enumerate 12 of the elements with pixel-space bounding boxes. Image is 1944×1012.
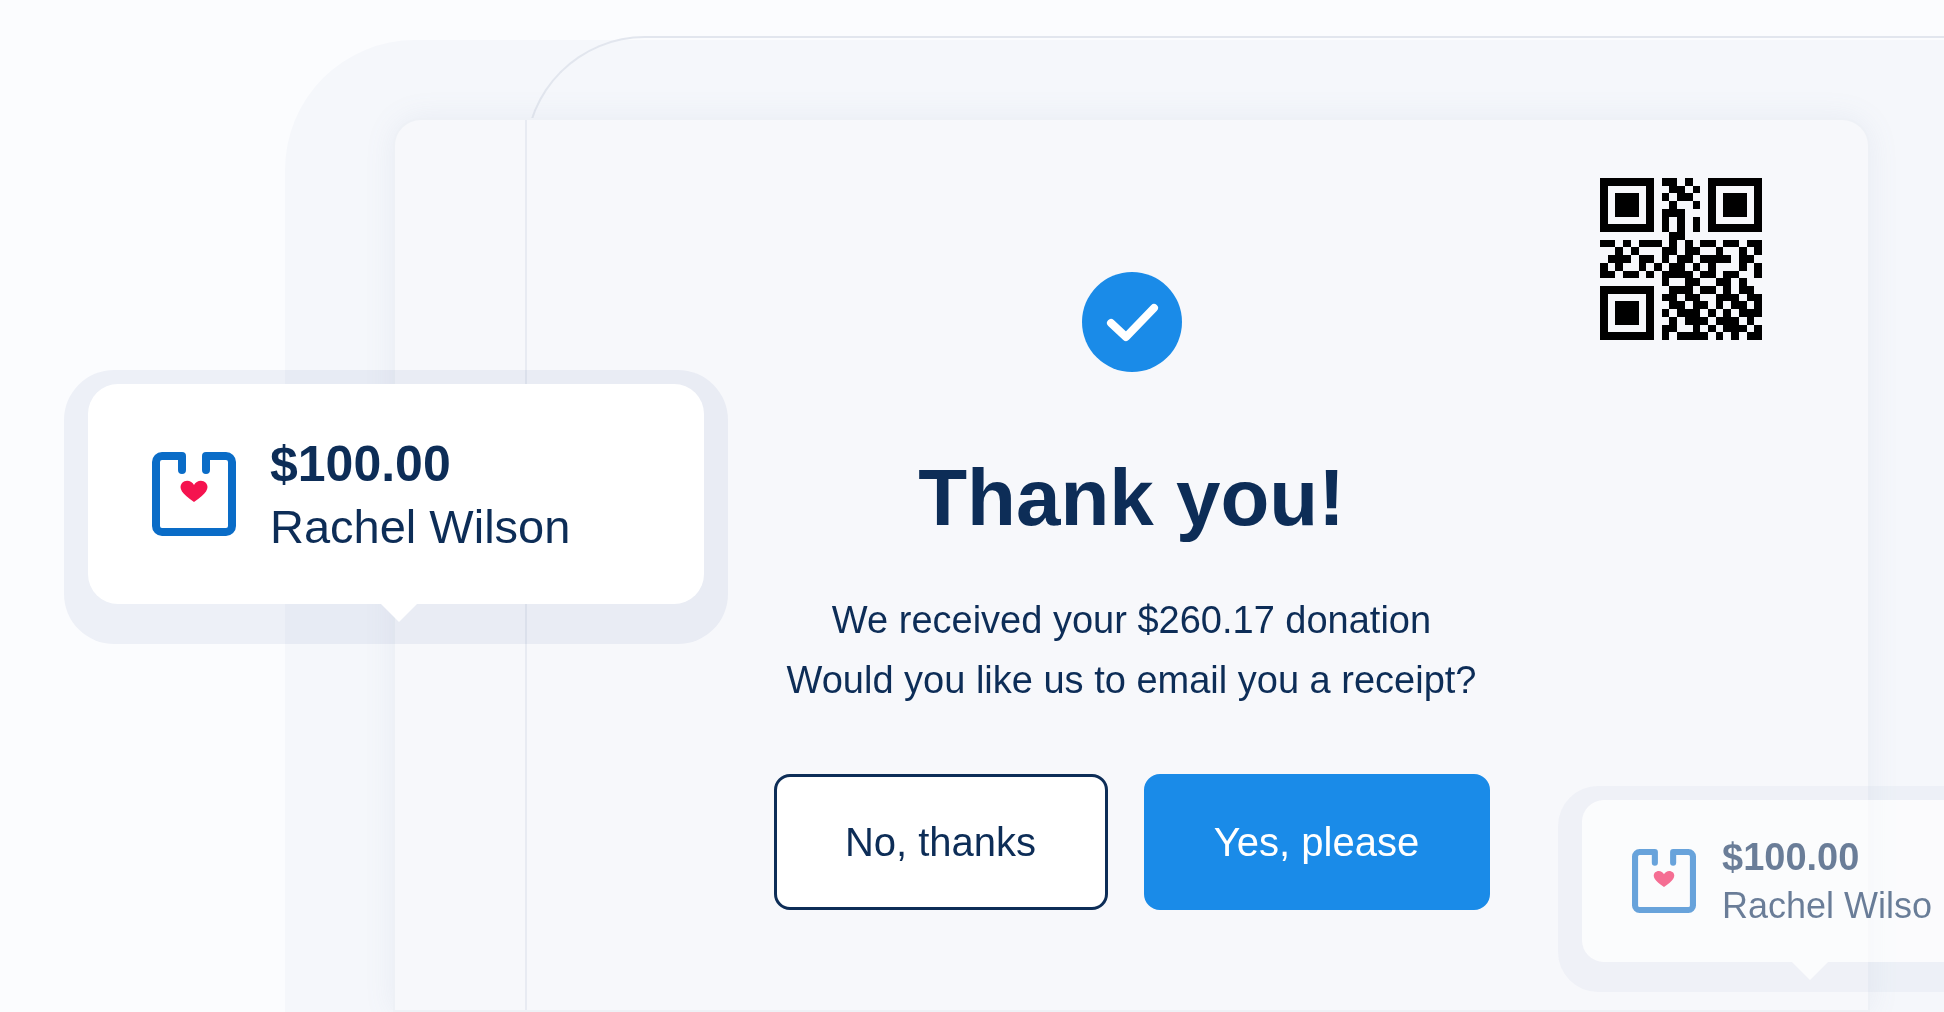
- accept-button[interactable]: Yes, please: [1143, 774, 1490, 910]
- donation-box-icon: [152, 452, 236, 536]
- decline-button[interactable]: No, thanks: [773, 774, 1108, 910]
- thank-you-title: Thank you!: [918, 452, 1345, 544]
- donor-name: Rachel Wilson: [270, 498, 571, 554]
- donation-box-icon: [1632, 849, 1696, 913]
- message-line: We received your $260.17 donation: [831, 598, 1432, 643]
- donor-name: Rachel Wilso: [1722, 884, 1933, 927]
- donation-amount: $100.00: [270, 434, 452, 493]
- message-line: Would you like us to email you a receipt?: [786, 658, 1477, 703]
- checkmark-icon: [1081, 272, 1182, 372]
- donation-amount: $100.00: [1722, 835, 1861, 879]
